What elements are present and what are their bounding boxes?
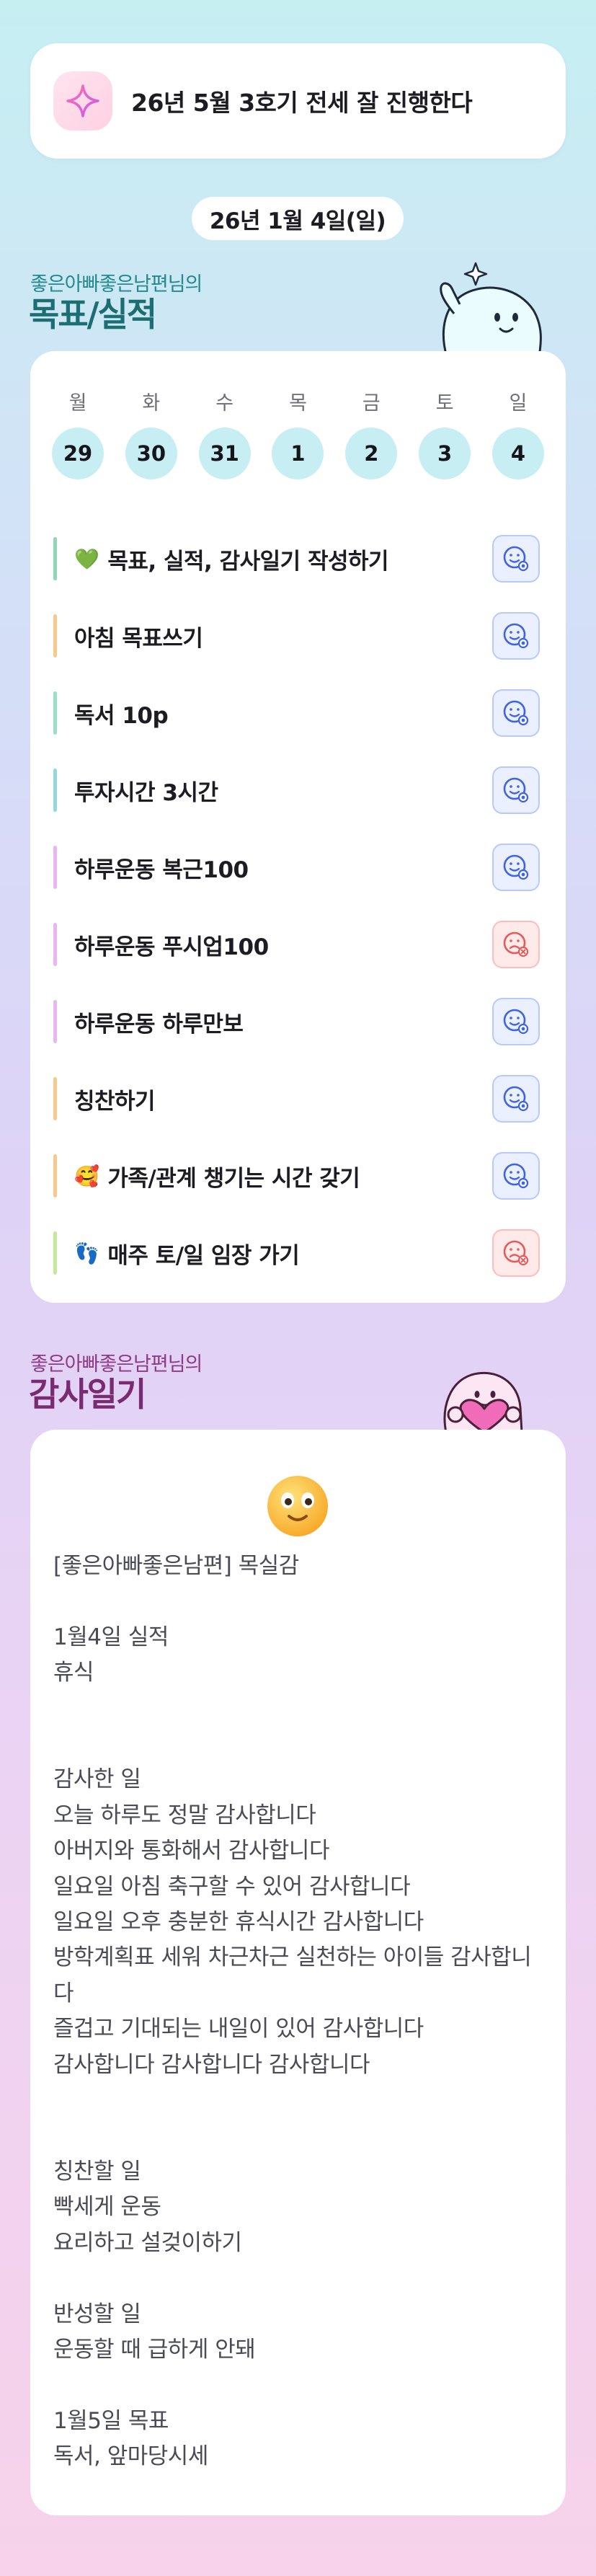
task-row[interactable]: 칭찬하기 [53,1073,540,1125]
task-emoji: 🥰 [74,1164,99,1188]
status-failed-icon[interactable] [492,1229,540,1277]
task-label: 하루운동 하루만보 [74,1006,492,1038]
task-color-bar [53,1154,57,1198]
day-date: 29 [52,428,104,479]
day-date: 1 [272,428,324,479]
task-color-bar [53,537,57,580]
task-label: 하루운동 푸시업100 [74,929,492,961]
goals-section-title: 목표/실적 [29,295,157,334]
gratitude-section-title: 감사일기 [29,1375,146,1414]
mascot-ghost-icon [440,262,542,357]
journal-text: [좋은아빠좋은남편] 목실감 1월4일 실적 휴식 감사한 일 오늘 하루도 정… [53,1553,532,2470]
day-name: 일 [509,392,528,415]
day-tue[interactable]: 화 30 [125,387,177,479]
goal-card[interactable]: 26년 5월 3호기 전세 잘 진행한다 [30,43,566,159]
task-row[interactable]: 하루운동 푸시업100 [53,919,540,970]
task-color-bar [53,769,57,812]
day-name: 토 [435,392,454,415]
mascot-heart-icon [443,1371,523,1433]
task-label-text: 하루운동 하루만보 [74,1011,244,1037]
day-date: 30 [125,428,177,479]
day-mon[interactable]: 월 29 [52,387,104,479]
day-name: 화 [142,392,161,415]
task-label: 독서 10p [74,697,492,730]
goal-text: 26년 5월 3호기 전세 잘 진행한다 [131,89,473,117]
status-done-icon[interactable] [492,612,540,660]
day-name: 금 [362,392,381,415]
task-label-text: 하루운동 복근100 [74,857,249,883]
day-name: 월 [68,392,87,415]
status-done-icon[interactable] [492,998,540,1045]
task-row[interactable]: 🥰 가족/관계 챙기는 시간 갖기 [53,1150,540,1202]
task-color-bar [53,1077,57,1120]
status-done-icon[interactable] [492,535,540,583]
sparkle-icon [53,71,112,130]
task-row[interactable]: 하루운동 복근100 [53,841,540,893]
task-row[interactable]: 하루운동 하루만보 [53,996,540,1048]
task-label-text: 칭찬하기 [74,1088,156,1115]
task-label: 아침 목표쓰기 [74,620,492,652]
task-color-bar [53,614,57,658]
task-row[interactable]: 독서 10p [53,687,540,739]
smiley-face-icon [267,1476,328,1536]
task-label-text: 투자시간 3시간 [74,779,218,806]
day-wed[interactable]: 수 31 [198,387,251,479]
day-thu[interactable]: 목1 [272,387,324,479]
status-done-icon[interactable] [492,1152,540,1200]
task-label-text: 목표, 실적, 감사일기 작성하기 [107,548,389,575]
task-label: 👣 매주 토/일 임장 가기 [74,1237,492,1270]
status-done-icon[interactable] [492,1075,540,1123]
week-calendar: 월 29 화 30 수 31 목1 금2 토3 일4 [52,387,544,479]
task-row[interactable]: 👣 매주 토/일 임장 가기 [53,1227,540,1279]
task-label: 🥰 가족/관계 챙기는 시간 갖기 [74,1160,492,1192]
task-label-text: 매주 토/일 임장 가기 [107,1242,300,1269]
day-fri[interactable]: 금2 [345,387,398,479]
task-label-text: 하루운동 푸시업100 [74,934,269,960]
task-label: 칭찬하기 [74,1083,492,1115]
task-color-bar [53,1000,57,1043]
task-label-text: 가족/관계 챙기는 시간 갖기 [107,1165,360,1192]
task-row[interactable]: 투자시간 3시간 [53,764,540,816]
task-row[interactable]: 💚 목표, 실적, 감사일기 작성하기 [53,533,540,585]
day-name: 수 [215,392,234,415]
day-date: 31 [198,428,251,479]
task-row[interactable]: 아침 목표쓰기 [53,610,540,662]
date-pill[interactable]: 26년 1월 4일(일) [192,197,404,240]
status-failed-icon[interactable] [492,921,540,968]
gratitude-card: [좋은아빠좋은남편] 목실감 1월4일 실적 휴식 감사한 일 오늘 하루도 정… [30,1430,566,2515]
task-color-bar [53,923,57,966]
status-done-icon[interactable] [492,844,540,891]
status-done-icon[interactable] [492,766,540,814]
day-name: 목 [289,392,307,415]
task-label-text: 아침 목표쓰기 [74,625,203,652]
task-color-bar [53,691,57,735]
day-sat[interactable]: 토3 [419,387,471,479]
day-date: 2 [345,428,398,479]
task-label-text: 독서 10p [74,702,169,729]
day-sun[interactable]: 일4 [492,387,544,479]
day-date: 3 [419,428,471,479]
task-label: 투자시간 3시간 [74,774,492,807]
goals-card: 월 29 화 30 수 31 목1 금2 토3 일4 💚 목표, 실적, 감사일기 작성… [30,351,566,1303]
task-color-bar [53,1231,57,1275]
task-label: 하루운동 복근100 [74,851,492,884]
day-date: 4 [492,428,544,479]
task-label: 💚 목표, 실적, 감사일기 작성하기 [74,543,492,575]
status-done-icon[interactable] [492,689,540,737]
task-color-bar [53,846,57,889]
task-emoji: 👣 [74,1241,99,1265]
task-emoji: 💚 [74,546,99,571]
